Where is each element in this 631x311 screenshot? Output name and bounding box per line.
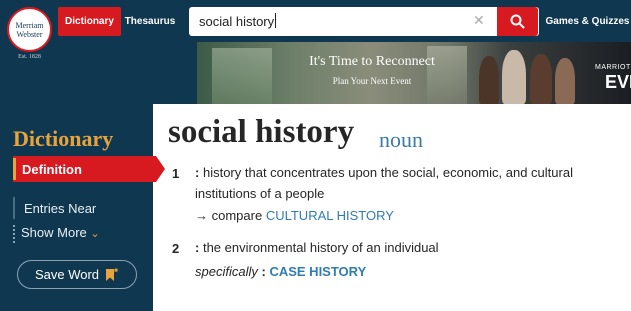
active-item-marker bbox=[13, 158, 16, 180]
show-more-label: Show More bbox=[21, 225, 87, 240]
logo-circle: Merriam Webster bbox=[7, 7, 52, 52]
sense-number: 2 bbox=[172, 241, 180, 256]
sense-definition-text: history that concentrates upon the socia… bbox=[195, 165, 573, 201]
sense-definition: : the environmental history of an indivi… bbox=[195, 237, 439, 258]
sidebar-dots bbox=[13, 225, 15, 243]
sidebar-divider bbox=[13, 197, 15, 219]
sidebar-item-entries-near[interactable]: Entries Near bbox=[24, 201, 96, 216]
banner-person bbox=[479, 56, 499, 104]
search-input-value: social history bbox=[199, 14, 275, 29]
banner-brand: MARRIOT bbox=[595, 64, 631, 71]
sense-specifically: specifically : CASE HISTORY bbox=[195, 261, 366, 282]
active-item-arrow bbox=[156, 156, 165, 182]
cultural-history-link[interactable]: CULTURAL HISTORY bbox=[266, 208, 394, 223]
sidebar-item-definition[interactable]: Definition bbox=[13, 156, 156, 182]
sidebar-item-show-more[interactable]: Show More ⌄ bbox=[21, 225, 100, 240]
banner-subline: Plan Your Next Event bbox=[332, 76, 412, 86]
banner-person bbox=[502, 50, 526, 104]
games-quizzes-link[interactable]: Games & Quizzes bbox=[544, 7, 631, 36]
search-button[interactable] bbox=[497, 7, 538, 36]
close-icon[interactable]: ✕ bbox=[473, 12, 485, 29]
banner-person bbox=[530, 54, 552, 104]
sidebar-title: Dictionary bbox=[13, 126, 114, 151]
compare-label: compare bbox=[211, 208, 263, 223]
chevron-down-icon: ⌄ bbox=[90, 228, 100, 240]
merriam-webster-logo[interactable]: Merriam Webster Est. 1828 bbox=[7, 7, 52, 61]
left-sidebar: Dictionary Definition Entries Near Show … bbox=[0, 104, 165, 311]
save-word-button[interactable]: Save Word bbox=[17, 260, 137, 289]
logo-est: Est. 1828 bbox=[18, 54, 41, 60]
save-word-label: Save Word bbox=[34, 267, 100, 282]
search-input[interactable]: social history bbox=[199, 13, 277, 29]
specifically-label: specifically bbox=[195, 264, 258, 279]
logo-line-1: Merriam bbox=[15, 20, 44, 30]
sense-definition-text: the environmental history of an individu… bbox=[202, 240, 439, 255]
search-icon bbox=[510, 14, 525, 29]
text-caret bbox=[275, 13, 277, 28]
banner-headline: It's Time to Reconnect bbox=[309, 54, 435, 69]
banner-ad[interactable]: It's Time to Reconnect Plan Your Next Ev… bbox=[197, 42, 631, 104]
case-history-link[interactable]: CASE HISTORY bbox=[269, 264, 366, 279]
search-bar: social history ✕ bbox=[189, 7, 539, 36]
sense-definition: : history that concentrates upon the soc… bbox=[195, 162, 615, 204]
entry-headword: social history bbox=[168, 114, 355, 150]
sense-compare: → compare CULTURAL HISTORY bbox=[195, 205, 394, 226]
banner-person bbox=[555, 58, 575, 104]
bookmark-star-icon bbox=[106, 267, 119, 281]
sense-number: 1 bbox=[172, 166, 180, 181]
tab-thesaurus[interactable]: Thesaurus bbox=[121, 7, 179, 36]
tab-dictionary[interactable]: Dictionary bbox=[58, 7, 121, 36]
sense-colon: : bbox=[195, 240, 200, 255]
banner-window-image bbox=[212, 48, 272, 104]
arrow-right-icon: → bbox=[195, 208, 208, 223]
sense-colon: : bbox=[261, 264, 266, 279]
banner-brand-large: EVE bbox=[605, 72, 631, 92]
logo-line-2: Webster bbox=[16, 29, 43, 39]
sense-colon: : bbox=[195, 165, 200, 180]
part-of-speech[interactable]: noun bbox=[379, 127, 423, 153]
